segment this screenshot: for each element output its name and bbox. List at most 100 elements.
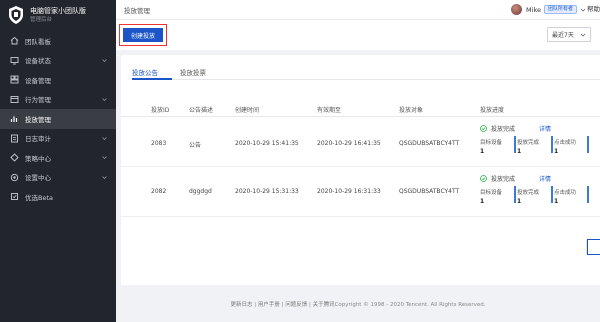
stat-value-clicked: 1 xyxy=(554,148,559,155)
sidebar-item-label: 设备状态 xyxy=(25,57,51,66)
column-header-progress: 投放进度 xyxy=(480,107,505,114)
sidebar-item-dashboard[interactable]: 团队看板 xyxy=(0,31,116,51)
sidebar-item-policy[interactable]: 策略中心 xyxy=(0,148,116,168)
footer-link-feedback[interactable]: 问题反馈 xyxy=(285,302,307,308)
column-header-created: 创建时间 xyxy=(235,107,260,114)
status-completed: 投放完成 xyxy=(480,124,515,133)
stat-value-target: 1 xyxy=(480,148,485,155)
stat-divider xyxy=(587,186,589,203)
chevron-down-icon xyxy=(102,175,107,179)
chevron-down-icon xyxy=(102,156,107,160)
footer-link-manual[interactable]: 用户手册 xyxy=(258,302,280,308)
cell-created: 2020-10-29 15:41:35 xyxy=(235,140,299,147)
date-range-select[interactable]: 最近7天 xyxy=(547,27,591,42)
sidebar-item-beta[interactable]: 优选Beta xyxy=(0,187,116,207)
chevron-down-icon xyxy=(102,58,107,62)
status-text: 投放完成 xyxy=(491,176,516,183)
date-range-value: 最近7天 xyxy=(552,32,574,39)
create-delivery-button[interactable]: 创建投放 xyxy=(123,28,163,42)
stat-divider xyxy=(587,136,589,153)
delivery-table: 投放ID 公告描述 创建时间 有效期至 投放对象 投放进度 2083 公告 20… xyxy=(121,100,600,217)
stat-value-delivered: 1 xyxy=(517,198,522,205)
stat-divider xyxy=(551,186,553,203)
stat-value-clicked: 1 xyxy=(554,198,559,205)
check-circle-icon xyxy=(480,175,487,182)
chart-icon xyxy=(10,114,19,123)
cell-target: QSGDUBSATBCY4TT xyxy=(399,188,460,195)
sidebar-item-label: 优选Beta xyxy=(25,193,53,202)
footer-link-changelog[interactable]: 更新日志 xyxy=(230,302,252,308)
monitor-icon xyxy=(10,56,19,65)
footer: 更新日志 | 用户手册 | 问题反馈 | 关于腾讯Copyright © 199… xyxy=(230,302,486,308)
stat-divider xyxy=(514,136,516,153)
avatar xyxy=(511,4,523,15)
status-text: 投放完成 xyxy=(491,126,516,133)
sidebar-item-label: 设置中心 xyxy=(25,174,51,183)
brand-subtitle: 管理后台 xyxy=(30,16,53,23)
chevron-down-icon xyxy=(102,136,107,140)
help-link[interactable]: 帮助 xyxy=(587,3,600,13)
top-bar: 投放管理 Mike 团队所有者 帮助 xyxy=(116,0,600,20)
sidebar-item-settings[interactable]: 设置中心 xyxy=(0,168,116,188)
sidebar-item-device-management[interactable]: 设备管理 xyxy=(0,70,116,90)
sidebar-item-device-status[interactable]: 设备状态 xyxy=(0,51,116,71)
stat-label-clicked: 点击成功 xyxy=(554,140,577,146)
user-menu[interactable]: Mike 团队所有者 xyxy=(511,4,586,15)
cell-created: 2020-10-29 15:31:33 xyxy=(235,188,299,195)
column-header-desc: 公告描述 xyxy=(189,107,214,114)
breadcrumb: 投放管理 xyxy=(124,6,150,15)
sidebar-nav: 团队看板 设备状态 设备管理 行为管理 投放管理 日志审计 策略中心 设置中心 … xyxy=(0,31,116,207)
stat-value-delivered: 1 xyxy=(517,148,522,155)
stat-label-delivered: 投放完成 xyxy=(517,140,540,146)
column-header-id: 投放ID xyxy=(151,107,170,114)
table-row: 2083 公告 2020-10-29 15:41:35 2020-10-29 1… xyxy=(121,124,600,167)
status-completed: 投放完成 xyxy=(480,174,515,183)
column-header-expires: 有效期至 xyxy=(317,107,342,114)
policy-icon xyxy=(10,153,19,162)
user-name: Mike xyxy=(526,5,541,14)
pagination-page-button[interactable] xyxy=(587,239,600,255)
copyright-text: Copyright © 1998 - 2020 Tencent. All Rig… xyxy=(334,302,486,308)
toolbar: 创建投放 最近7天 xyxy=(116,20,600,50)
table-row: 2082 dggdgd 2020-10-29 15:31:33 2020-10-… xyxy=(121,170,600,217)
shield-logo-icon xyxy=(9,6,23,24)
gear-icon xyxy=(10,173,19,182)
cell-desc: dggdgd xyxy=(189,188,212,195)
sidebar-item-log-audit[interactable]: 日志审计 xyxy=(0,129,116,149)
sidebar: 电脑管家小团队版 管理后台 团队看板 设备状态 设备管理 行为管理 投放管理 日… xyxy=(0,0,116,322)
stat-label-clicked: 点击成功 xyxy=(554,190,577,196)
log-icon xyxy=(10,134,19,143)
sidebar-item-label: 策略中心 xyxy=(25,154,51,163)
cell-expires: 2020-10-29 16:41:35 xyxy=(317,140,381,147)
cell-desc: 公告 xyxy=(189,142,202,149)
home-icon xyxy=(10,36,19,45)
cell-target: QSGDUBSATBCY4TT xyxy=(399,140,460,147)
check-circle-icon xyxy=(480,125,487,132)
stat-label-target: 目标设备 xyxy=(480,140,503,146)
stat-divider xyxy=(514,186,516,203)
tabs-divider xyxy=(132,79,600,80)
column-header-target: 投放对象 xyxy=(399,107,424,114)
chevron-down-icon xyxy=(102,97,107,101)
sidebar-item-label: 日志审计 xyxy=(25,135,51,144)
sidebar-item-label: 投放管理 xyxy=(25,115,51,124)
detail-link[interactable]: 详情 xyxy=(539,174,551,183)
sidebar-item-delivery[interactable]: 投放管理 xyxy=(0,109,116,129)
sidebar-item-label: 设备管理 xyxy=(25,76,51,85)
detail-link[interactable]: 详情 xyxy=(539,124,551,133)
cell-expires: 2020-10-29 16:31:33 xyxy=(317,188,381,195)
cell-id: 2083 xyxy=(151,140,167,147)
stat-divider xyxy=(551,136,553,153)
brand[interactable]: 电脑管家小团队版 管理后台 xyxy=(0,0,116,30)
brand-title: 电脑管家小团队版 xyxy=(30,6,86,15)
active-tab-indicator xyxy=(132,78,172,80)
footer-link-about[interactable]: 关于腾讯 xyxy=(313,302,335,308)
stat-label-delivered: 投放完成 xyxy=(517,190,540,196)
behavior-icon xyxy=(10,95,19,104)
delivery-card: 投放公告 投放投票 投放ID 公告描述 创建时间 有效期至 投放对象 投放进度 … xyxy=(121,55,600,285)
sidebar-item-label: 团队看板 xyxy=(25,37,51,46)
sidebar-item-label: 行为管理 xyxy=(25,96,51,105)
chevron-down-icon xyxy=(580,33,586,37)
device-icon xyxy=(10,75,19,84)
sidebar-item-behavior[interactable]: 行为管理 xyxy=(0,90,116,110)
